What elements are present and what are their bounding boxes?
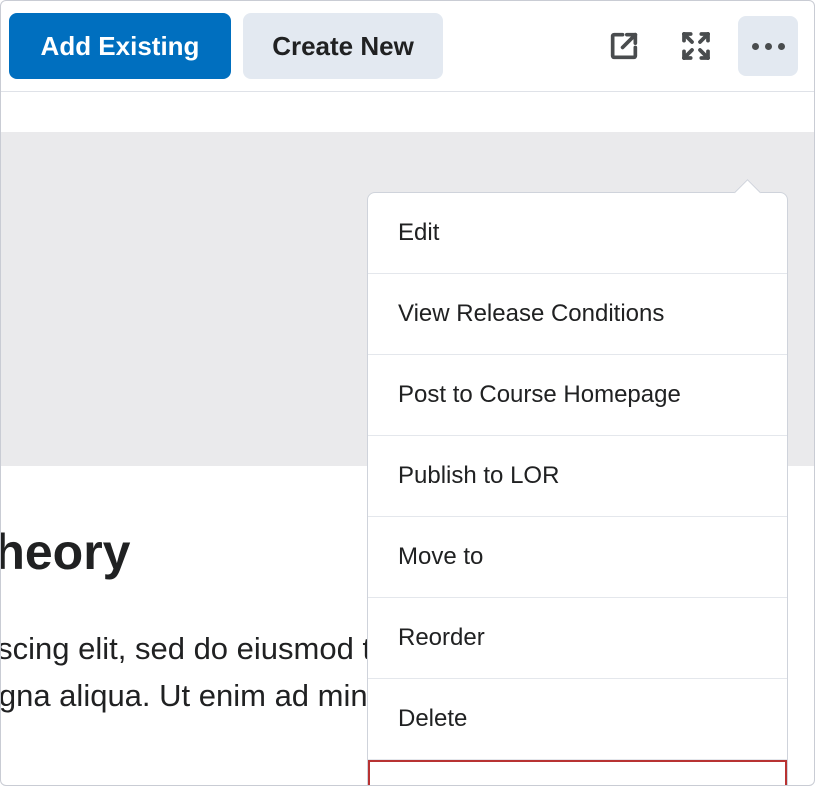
open-new-window-button[interactable] xyxy=(594,16,654,76)
app-frame: Add Existing Create New xyxy=(0,0,815,786)
menu-item-publish-to-lor[interactable]: Publish to LOR xyxy=(368,436,787,517)
menu-item-view-release-conditions[interactable]: View Release Conditions xyxy=(368,274,787,355)
create-new-button[interactable]: Create New xyxy=(243,13,443,79)
menu-item-edit[interactable]: Edit xyxy=(368,193,787,274)
more-actions-menu: Edit View Release Conditions Post to Cou… xyxy=(367,192,788,786)
fullscreen-button[interactable] xyxy=(666,16,726,76)
menu-item-set-as-required[interactable]: Set as Required xyxy=(368,760,787,786)
menu-item-reorder[interactable]: Reorder xyxy=(368,598,787,679)
menu-item-move-to[interactable]: Move to xyxy=(368,517,787,598)
menu-item-post-to-course-homepage[interactable]: Post to Course Homepage xyxy=(368,355,787,436)
more-icon xyxy=(752,43,785,50)
menu-item-delete[interactable]: Delete xyxy=(368,679,787,760)
expand-icon xyxy=(680,30,712,62)
more-actions-button[interactable] xyxy=(738,16,798,76)
add-existing-button[interactable]: Add Existing xyxy=(9,13,231,79)
external-link-icon xyxy=(607,29,641,63)
content-area: ang Theory tetur adipiscing elit, sed do… xyxy=(1,92,814,784)
toolbar: Add Existing Create New xyxy=(1,1,814,92)
